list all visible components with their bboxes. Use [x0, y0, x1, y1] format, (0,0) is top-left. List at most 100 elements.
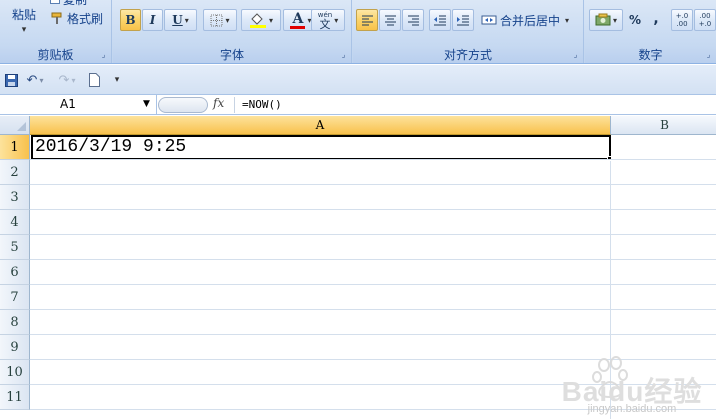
row-gridline: [30, 284, 716, 285]
row-header-4[interactable]: 4: [0, 210, 30, 235]
formula-divider: [234, 97, 235, 113]
select-all-button[interactable]: [0, 116, 30, 135]
align-center-button[interactable]: [379, 9, 401, 31]
number-dialog-launcher-icon[interactable]: ⌟: [704, 51, 713, 60]
new-document-icon: [88, 73, 100, 87]
font-color-glyph-wrap: A: [290, 10, 306, 29]
undo-button[interactable]: ↶ ▾: [22, 71, 48, 89]
format-painter-icon: [51, 12, 62, 24]
increase-decimal-button[interactable]: +.0 .00: [671, 9, 693, 31]
name-box-dropdown-icon[interactable]: ▼: [143, 95, 150, 114]
align-right-button[interactable]: [402, 9, 424, 31]
align-center-icon: [384, 15, 396, 26]
borders-button[interactable]: ▾: [203, 9, 237, 31]
customize-qat-button[interactable]: ▾: [110, 71, 124, 89]
decrease-indent-icon: [434, 15, 446, 26]
row-gridline: [30, 184, 716, 185]
number-group: ▾ % , +.0 .00 .00 +.0 数字 ⌟: [585, 0, 716, 63]
formula-input[interactable]: =NOW(): [242, 95, 282, 114]
italic-button[interactable]: I: [142, 9, 163, 31]
format-painter-label: 格式刷: [67, 11, 104, 26]
copy-button[interactable]: 复制: [50, 0, 87, 8]
formula-bar-splitter[interactable]: [158, 97, 208, 113]
phonetic-guide-button[interactable]: wén 文 ▾: [311, 9, 345, 31]
row-header-3[interactable]: 3: [0, 185, 30, 210]
underline-dropdown-icon: ▾: [184, 15, 189, 25]
customize-qat-icon: ▾: [114, 75, 120, 85]
number-group-label: 数字: [585, 47, 716, 63]
borders-dropdown-icon: ▾: [225, 15, 230, 25]
align-left-button[interactable]: [356, 9, 378, 31]
undo-dropdown-icon: ▾: [39, 75, 44, 85]
accounting-dropdown-icon: ▾: [612, 15, 617, 25]
insert-function-icon[interactable]: fx: [213, 96, 224, 110]
font-dialog-launcher-icon[interactable]: ⌟: [339, 51, 348, 60]
row-header-11[interactable]: 11: [0, 385, 30, 410]
merge-center-button[interactable]: 合并后居中 ▾: [481, 9, 569, 31]
name-box[interactable]: A1 ▼: [0, 95, 157, 115]
paste-dropdown-icon: ▾: [21, 25, 27, 35]
row-header-7[interactable]: 7: [0, 285, 30, 310]
increase-decimal-label: +.0 .00: [675, 12, 689, 28]
row-header-2[interactable]: 2: [0, 160, 30, 185]
alignment-dialog-launcher-icon[interactable]: ⌟: [571, 51, 580, 60]
name-box-value: A1: [60, 97, 76, 111]
select-all-icon: [17, 122, 26, 131]
new-document-button[interactable]: [86, 71, 102, 89]
row-header-9[interactable]: 9: [0, 335, 30, 360]
bold-button[interactable]: B: [120, 9, 141, 31]
percent-label: %: [628, 13, 642, 27]
formula-bar: A1 ▼ fx =NOW(): [0, 95, 716, 115]
baidu-watermark: Baidu经验 jingyan.baidu.com: [548, 353, 716, 419]
font-color-glyph: A: [292, 10, 304, 27]
merge-center-icon: [481, 15, 497, 25]
increase-indent-icon: [457, 15, 469, 26]
merge-center-dropdown-icon: ▾: [565, 15, 570, 25]
paste-button[interactable]: 粘贴 ▾: [6, 2, 42, 44]
accounting-format-button[interactable]: ▾: [589, 9, 623, 31]
font-group-label: 字体: [113, 47, 351, 63]
increase-indent-button[interactable]: [452, 9, 474, 31]
row-gridline: [30, 234, 716, 235]
cell-a1[interactable]: 2016/3/19 9:25: [31, 135, 611, 160]
clipboard-dialog-launcher-icon[interactable]: ⌟: [99, 51, 108, 60]
row-gridline: [30, 159, 716, 160]
underline-label: U: [172, 13, 183, 27]
row-header-10[interactable]: 10: [0, 360, 30, 385]
fill-color-button[interactable]: ▾: [241, 9, 281, 31]
clipboard-group: 粘贴 ▾ 复制 格式刷 剪贴板 ⌟: [0, 0, 112, 63]
column-header-b[interactable]: B: [611, 116, 716, 135]
undo-icon: ↶: [26, 72, 38, 88]
row-header-8[interactable]: 8: [0, 310, 30, 335]
underline-button[interactable]: U ▾: [164, 9, 197, 31]
redo-icon: ↷: [58, 72, 70, 88]
save-icon: [4, 73, 18, 87]
comma-style-button[interactable]: ,: [647, 9, 665, 31]
redo-button[interactable]: ↷ ▾: [54, 71, 80, 89]
currency-icon: [595, 13, 611, 26]
align-right-icon: [407, 15, 419, 26]
phonetic-dropdown-icon: ▾: [334, 15, 339, 25]
fill-color-dropdown-icon: ▾: [268, 15, 273, 25]
row-header-5[interactable]: 5: [0, 235, 30, 260]
save-button[interactable]: [3, 71, 19, 89]
row-gridline: [30, 259, 716, 260]
decrease-decimal-label: .00 +.0: [698, 12, 712, 28]
copy-label: 复制: [63, 0, 87, 8]
clipboard-group-label: 剪贴板: [0, 47, 111, 63]
format-painter-button[interactable]: 格式刷: [50, 10, 103, 26]
row-gridline: [30, 334, 716, 335]
row-header-1[interactable]: 1: [0, 135, 30, 160]
percent-button[interactable]: %: [625, 9, 645, 31]
phonetic-guide-glyph-wrap: wén 文: [318, 11, 332, 30]
ribbon: 粘贴 ▾ 复制 格式刷 剪贴板 ⌟ B I U ▾ ▾ ▾: [0, 0, 716, 64]
align-left-icon: [361, 15, 373, 26]
row-header-6[interactable]: 6: [0, 260, 30, 285]
row-gridline: [30, 309, 716, 310]
decrease-indent-button[interactable]: [429, 9, 451, 31]
decrease-decimal-button[interactable]: .00 +.0: [694, 9, 716, 31]
merge-center-label: 合并后居中: [500, 13, 561, 28]
alignment-group: 合并后居中 ▾ 对齐方式 ⌟: [353, 0, 584, 63]
column-header-a[interactable]: A: [30, 116, 611, 135]
quick-access-toolbar: ↶ ▾ ↷ ▾ ▾: [0, 65, 716, 95]
